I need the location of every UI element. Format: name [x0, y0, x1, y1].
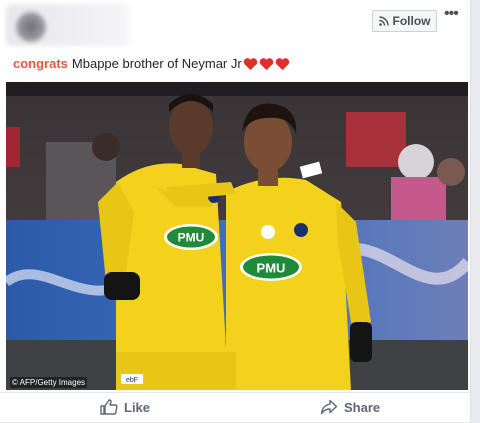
like-label: Like [124, 399, 151, 415]
more-options-button[interactable]: ••• [444, 6, 464, 24]
caption-text: Mbappe brother of Neymar Jr [71, 56, 242, 71]
share-label: Share [344, 399, 381, 415]
heart-icon [275, 57, 289, 70]
post-actions: Like Share [0, 392, 470, 423]
heart-icon [259, 57, 273, 70]
rss-icon [378, 16, 389, 26]
follow-button[interactable]: Follow [372, 10, 437, 32]
post-photo[interactable]: PMU PMU ebF © AFP/Getty Images [6, 82, 468, 390]
sponsor-text: PMU [257, 261, 286, 276]
follow-label: Follow [392, 14, 431, 28]
post-caption: congrats Mbappe brother of Neymar Jr [13, 56, 290, 71]
photo-illustration: PMU PMU ebF [6, 82, 468, 390]
caption-highlight: congrats [13, 56, 68, 71]
post-header: Follow ••• [0, 0, 470, 50]
thumbs-up-icon [100, 399, 118, 415]
sponsor-text: PMU [178, 231, 205, 245]
post-card: Follow ••• congrats Mbappe brother of Ne… [0, 0, 471, 422]
avatar[interactable] [16, 12, 46, 42]
photo-credit: © AFP/Getty Images [10, 377, 88, 388]
heart-icon [243, 57, 257, 70]
like-button[interactable]: Like [100, 399, 150, 415]
share-arrow-icon [320, 399, 338, 415]
share-button[interactable]: Share [320, 399, 380, 415]
sleeve-logo-text: ebF [126, 377, 138, 384]
